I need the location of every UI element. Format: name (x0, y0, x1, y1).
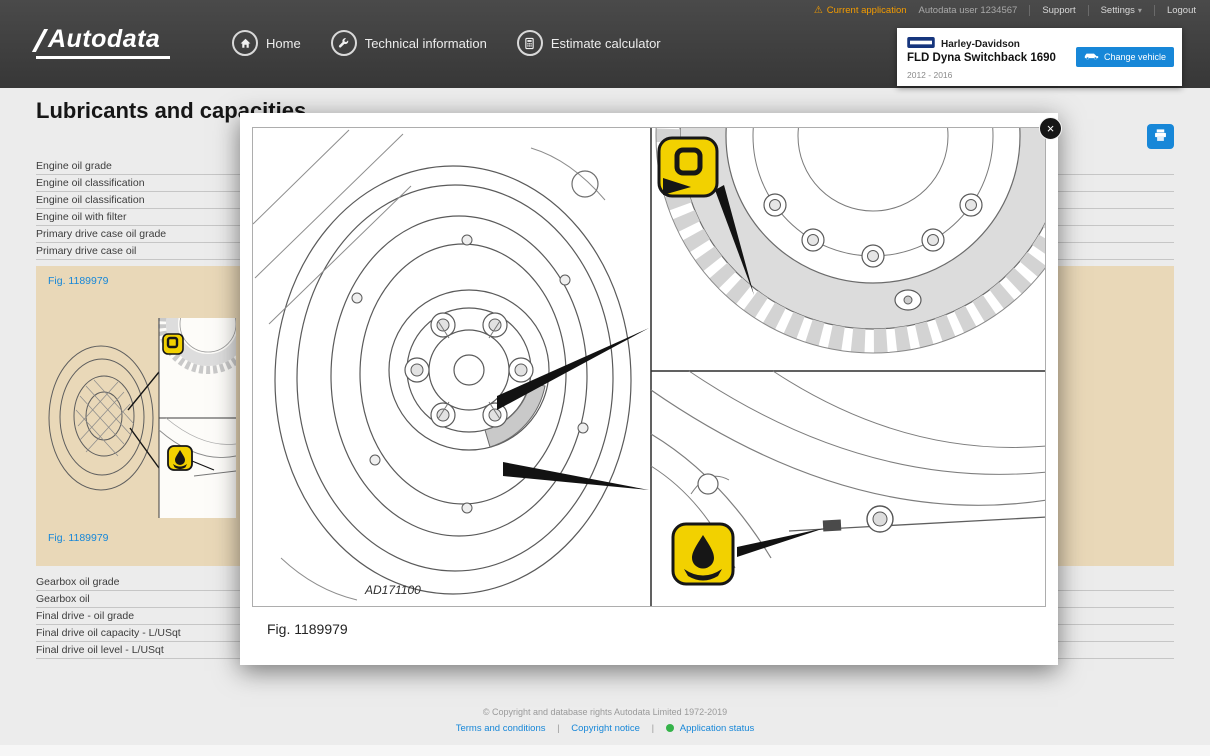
row-label: Engine oil with filter (36, 211, 127, 223)
vehicle-model: FLD Dyna Switchback 1690 (907, 52, 1056, 64)
footer-separator: | (557, 723, 560, 734)
footer-copyright: © Copyright and database rights Autodata… (482, 707, 728, 717)
harley-davidson-logo (907, 35, 935, 53)
footer-links: Terms and conditions | Copyright notice … (0, 723, 1210, 734)
nav-technical-information[interactable]: Technical information (325, 30, 493, 56)
row-label: Gearbox oil (36, 593, 90, 605)
autodata-app: ⚠ Current application Autodata user 1234… (0, 0, 1210, 756)
vehicle-brand: Harley-Davidson (941, 38, 1020, 50)
figure-caption: Fig. 1189979 (267, 621, 348, 637)
nav-estimate-calculator-label: Estimate calculator (550, 35, 661, 51)
row-label: Engine oil grade (36, 160, 112, 172)
logout-link[interactable]: Logout (1153, 5, 1196, 16)
figure-modal: × AD171100 Fig. 1189979 (240, 113, 1062, 665)
copyright-notice-link[interactable]: Copyright notice (571, 723, 640, 734)
calculator-icon (516, 30, 543, 56)
row-label: Engine oil classification (36, 194, 145, 206)
figure-link-top[interactable]: Fig. 1189979 (48, 275, 109, 287)
row-label: Final drive oil level - L/USqt (36, 644, 164, 656)
application-status-link[interactable]: Application status (680, 723, 754, 734)
nav-home-label: Home (266, 35, 301, 51)
vehicle-card: Harley-Davidson FLD Dyna Switchback 1690… (897, 28, 1182, 86)
bottom-strip (0, 745, 1210, 756)
thumb-oil-symbol-icon (167, 445, 193, 471)
figure-image: AD171100 (252, 127, 1046, 607)
row-label: Primary drive case oil (36, 245, 137, 257)
main-nav: Home Technical information Estimate calc… (226, 30, 667, 56)
oil-drain-symbol-icon (671, 522, 735, 586)
modal-close-button[interactable]: × (1039, 117, 1062, 140)
settings-label: Settings (1100, 5, 1135, 16)
utility-bar: ⚠ Current application Autodata user 1234… (802, 5, 1196, 16)
home-icon (232, 30, 258, 56)
nav-estimate-calculator[interactable]: Estimate calculator (511, 30, 667, 56)
nav-home[interactable]: Home (226, 30, 307, 56)
user-label: Autodata user 1234567 (918, 5, 1018, 16)
current-application-label: Current application (826, 5, 907, 16)
logo-text: Autodata (48, 25, 161, 53)
settings-link[interactable]: Settings ▾ (1087, 5, 1142, 16)
chevron-down-icon: ▾ (1137, 6, 1142, 15)
row-label: Primary drive case oil grade (36, 228, 167, 240)
drawing-code-label: AD171100 (364, 583, 421, 597)
wrench-icon (330, 30, 357, 56)
row-label: Gearbox oil grade (36, 576, 120, 588)
figure-thumbnail[interactable] (46, 274, 258, 518)
print-button[interactable] (1147, 124, 1174, 149)
change-vehicle-label: Change vehicle (1103, 52, 1166, 62)
figure-thumbnail-drawing (48, 274, 258, 518)
printer-icon (1153, 128, 1168, 146)
change-vehicle-button[interactable]: Change vehicle (1075, 47, 1174, 67)
figure-link-bottom[interactable]: Fig. 1189979 (48, 532, 109, 544)
vehicle-years: 2012 - 2016 (907, 70, 953, 80)
warning-icon: ⚠ (813, 4, 823, 16)
clutch-symbol-icon (657, 136, 719, 198)
technical-drawing: AD171100 (253, 128, 1045, 606)
terms-and-conditions-link[interactable]: Terms and conditions (456, 723, 546, 734)
top-header: ⚠ Current application Autodata user 1234… (0, 0, 1210, 88)
vehicle-brand-row: Harley-Davidson (907, 35, 1020, 53)
current-application-link[interactable]: ⚠ Current application (814, 5, 907, 16)
row-label: Final drive oil capacity - L/USqt (36, 627, 181, 639)
nav-technical-information-label: Technical information (364, 35, 487, 51)
status-dot-icon (665, 724, 674, 732)
logo-slash-icon (31, 29, 49, 52)
autodata-logo[interactable]: Autodata (31, 25, 171, 59)
car-icon (1084, 52, 1099, 63)
footer-separator: | (651, 723, 655, 734)
support-link[interactable]: Support (1029, 5, 1076, 16)
thumb-clutch-symbol-icon (162, 333, 184, 355)
row-label: Final drive - oil grade (36, 610, 135, 622)
row-label: Engine oil classification (36, 177, 145, 189)
